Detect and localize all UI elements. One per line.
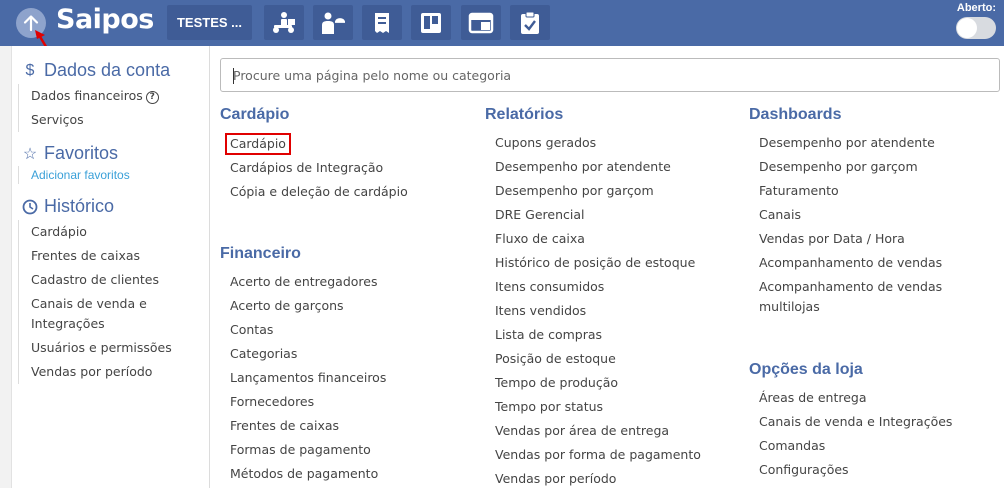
window-button[interactable] (461, 5, 501, 40)
menu-link[interactable]: Acompanhamento de vendas multilojas (759, 275, 959, 319)
menu-link[interactable]: DRE Gerencial (495, 203, 701, 227)
dollar-icon: $ (25, 61, 35, 79)
store-selector-button[interactable]: TESTES ... (167, 5, 252, 40)
opcoes-heading: Opções da loja (749, 361, 863, 378)
account-list: Dados financeiros? Serviços (18, 84, 159, 132)
menu-link[interactable]: Lista de compras (495, 323, 701, 347)
text-caret (233, 68, 234, 84)
menu-link[interactable]: Comandas (759, 434, 952, 458)
star-icon: ☆ (22, 145, 38, 163)
history-item[interactable]: Cardápio (31, 220, 172, 244)
menu-link[interactable]: Acerto de entregadores (230, 270, 386, 294)
search-input[interactable] (221, 59, 999, 91)
menu-link[interactable]: Vendas por área de entrega (495, 419, 701, 443)
menu-link[interactable]: Acompanhamento de vendas (759, 251, 959, 275)
menu-link[interactable]: Categorias (230, 342, 386, 366)
store-open-toggle[interactable] (956, 17, 996, 39)
delivery-icon (273, 11, 295, 33)
checklist-button[interactable] (510, 5, 550, 40)
receipt-button[interactable] (362, 5, 402, 40)
relatorios-heading: Relatórios (485, 106, 564, 123)
sidebar-item-financial-data[interactable]: Dados financeiros? (31, 84, 159, 108)
favorites-section-title: ☆ Favoritos (22, 143, 118, 164)
menu-link[interactable]: Desempenho por atendente (495, 155, 701, 179)
dashboards-list: Desempenho por atendente Desempenho por … (759, 131, 959, 319)
board-icon (421, 12, 441, 33)
financeiro-list: Acerto de entregadores Acerto de garçons… (230, 270, 386, 486)
history-item[interactable]: Vendas por período (31, 360, 172, 384)
menu-link[interactable]: Lançamentos financeiros (230, 366, 386, 390)
store-status-label: Aberto: (956, 2, 996, 14)
top-bar: Saipos TESTES ... Aberto: (0, 0, 1004, 46)
receipt-icon (375, 12, 389, 33)
clock-icon (22, 199, 38, 215)
menu-link[interactable]: Fluxo de caixa (495, 227, 701, 251)
menu-link[interactable]: Histórico de posição de estoque (495, 251, 701, 275)
sidebar: $ Dados da conta Dados financeiros? Serv… (12, 46, 210, 488)
add-favorites-link[interactable]: Adicionar favoritos (31, 166, 130, 184)
menu-link[interactable]: Itens consumidos (495, 275, 701, 299)
menu-link[interactable]: Posição de estoque (495, 347, 701, 371)
history-section-title: Histórico (22, 196, 114, 217)
menu-link[interactable]: Tempo por status (495, 395, 701, 419)
history-item[interactable]: Frentes de caixas (31, 244, 172, 268)
history-item[interactable]: Usuários e permissões (31, 336, 172, 360)
menu-link[interactable]: Canais de venda e Integrações (759, 410, 952, 434)
financeiro-heading: Financeiro (220, 245, 301, 262)
waiter-button[interactable] (313, 5, 353, 40)
history-list: Cardápio Frentes de caixas Cadastro de c… (18, 220, 172, 384)
menu-link[interactable]: Canais (759, 203, 959, 227)
menu-link[interactable]: Desempenho por atendente (759, 131, 959, 155)
menu-link[interactable]: Fornecedores (230, 390, 386, 414)
sidebar-item-label: Dados financeiros (31, 88, 143, 103)
menu-link[interactable]: Configurações (759, 458, 952, 482)
clipboard-check-icon (521, 11, 539, 34)
menu-link[interactable]: Faturamento (759, 179, 959, 203)
menu-link[interactable]: Cupons gerados (495, 131, 701, 155)
cardapio-list: Cardápio Cardápios de Integração Cópia e… (225, 130, 408, 204)
menu-link[interactable]: Desempenho por garçom (495, 179, 701, 203)
opcoes-list: Áreas de entrega Canais de venda e Integ… (759, 386, 952, 482)
menu-link[interactable]: Itens vendidos (495, 299, 701, 323)
menu-link[interactable]: Vendas por Data / Hora (759, 227, 959, 251)
cardapio-heading: Cardápio (220, 106, 290, 123)
window-icon (468, 12, 494, 33)
brand-logo[interactable]: Saipos (56, 4, 154, 35)
relatorios-list: Cupons gerados Desempenho por atendente … (495, 131, 701, 488)
favorites-title-text: Favoritos (44, 143, 119, 163)
collapsed-nav-strip (0, 46, 12, 488)
menu-link[interactable]: Áreas de entrega (759, 386, 952, 410)
menu-link[interactable]: Cardápios de Integração (230, 156, 408, 180)
toggle-knob (957, 18, 977, 38)
menu-link[interactable]: Tempo de produção (495, 371, 701, 395)
history-item[interactable]: Canais de venda e Integrações (31, 292, 161, 336)
menu-link[interactable]: Cópia e deleção de cardápio (230, 180, 408, 204)
menu-link[interactable]: Métodos de pagamento (230, 462, 386, 486)
account-section-title: $ Dados da conta (22, 60, 171, 81)
menu-link-cardapio[interactable]: Cardápio (225, 133, 291, 155)
account-title-text: Dados da conta (44, 60, 171, 80)
favorites-list: Adicionar favoritos (18, 166, 130, 184)
board-button[interactable] (411, 5, 451, 40)
dashboards-heading: Dashboards (749, 106, 842, 123)
menu-link[interactable]: Acerto de garçons (230, 294, 386, 318)
history-title-text: Histórico (44, 196, 115, 216)
menu-link[interactable]: Vendas por período (495, 467, 701, 488)
sidebar-item-services[interactable]: Serviços (31, 108, 159, 132)
menu-link[interactable]: Formas de pagamento (230, 438, 386, 462)
waiter-icon (322, 12, 345, 34)
menu-link[interactable]: Desempenho por garçom (759, 155, 959, 179)
delivery-button[interactable] (264, 5, 304, 40)
page-search[interactable] (220, 58, 1000, 92)
menu-link[interactable]: Frentes de caixas (230, 414, 386, 438)
history-item[interactable]: Cadastro de clientes (31, 268, 172, 292)
menu-link[interactable]: Vendas por forma de pagamento (495, 443, 701, 467)
help-icon[interactable]: ? (145, 90, 159, 104)
menu-link[interactable]: Contas (230, 318, 386, 342)
